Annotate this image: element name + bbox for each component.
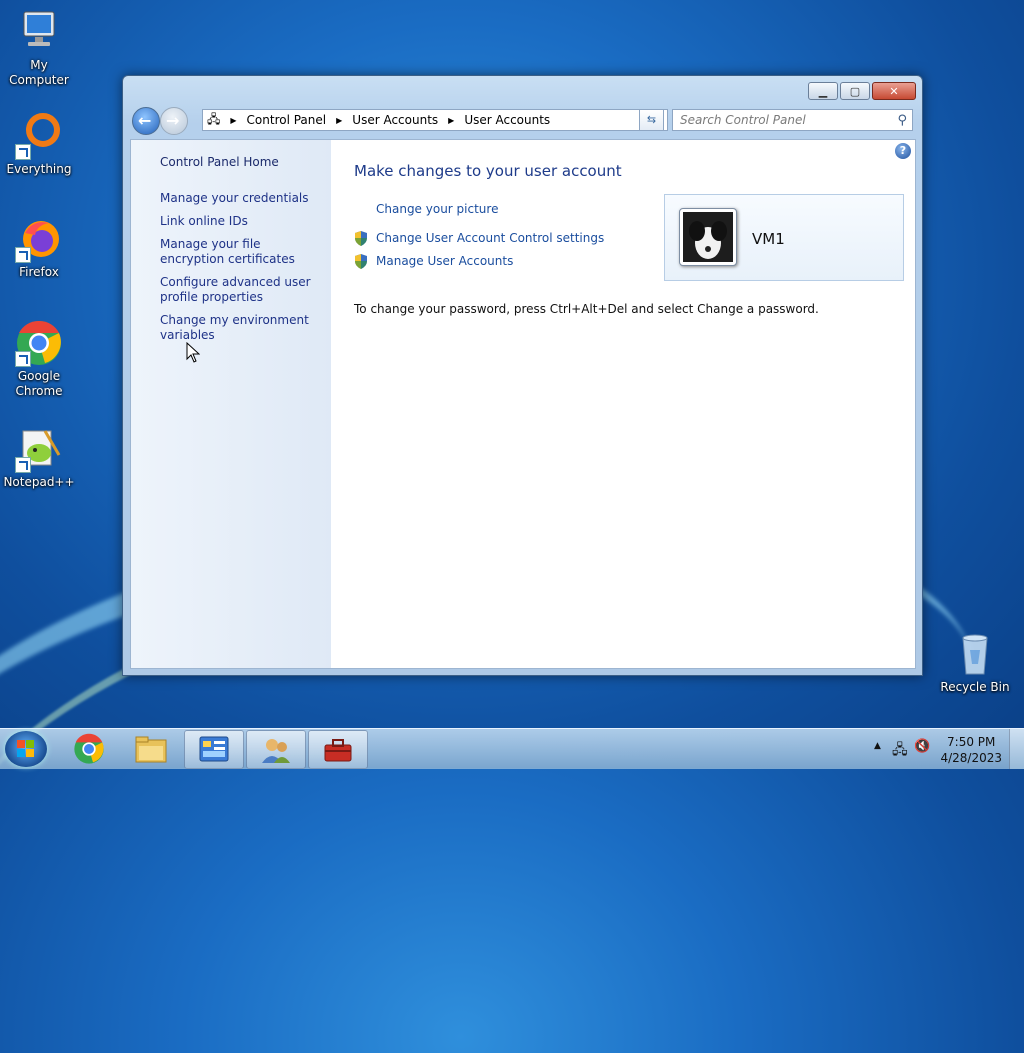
nav-file-encryption-certificates[interactable]: Manage your file encryption certificates [160,237,325,267]
taskbar-toolbox-app[interactable] [308,730,368,769]
manage-user-accounts-link[interactable]: Manage User Accounts [376,254,513,268]
breadcrumb-control-panel[interactable]: Control Panel [247,113,327,127]
desktop-icon-label: Google Chrome [15,369,63,398]
nav-environment-variables[interactable]: Change my environment variables [160,313,325,343]
shortcut-arrow-icon [15,247,31,263]
uac-shield-icon [355,254,367,269]
address-bar[interactable]: 🖧 ▶ Control Panel ▶ User Accounts ▶ User… [202,109,668,131]
breadcrumb-chevron-icon: ▶ [448,115,455,125]
change-uac-settings-link[interactable]: Change User Account Control settings [376,231,604,245]
shortcut-arrow-icon [15,144,31,160]
forward-button[interactable]: → [160,107,188,135]
page-title: Make changes to your user account [354,162,622,180]
change-picture-link[interactable]: Change your picture [376,202,498,216]
search-input[interactable]: Search Control Panel [680,113,806,127]
users-icon [262,738,290,763]
control-panel-window: ▁ ▢ ✕ ← → 🖧 ▶ Control Panel ▶ User Accou… [122,75,923,676]
notepad-plus-plus-icon [15,425,63,473]
refresh-icon: ⇆ [646,113,657,126]
refresh-button[interactable]: ⇆ [639,109,664,131]
uac-shield-icon [355,231,367,246]
chrome-icon [15,319,63,367]
user-account-card: VM1 [664,194,904,281]
start-button[interactable] [5,731,47,767]
search-icon[interactable]: ⚲ [897,113,907,128]
nav-manage-credentials[interactable]: Manage your credentials [160,191,325,206]
taskbar-file-explorer[interactable] [122,730,180,767]
firefox-icon [15,215,63,263]
breadcrumb-user-accounts-current[interactable]: User Accounts [464,113,550,127]
clock-date: 4/28/2023 [940,751,1002,765]
recycle-bin-icon [951,630,999,678]
control-panel-icon [199,736,229,761]
breadcrumb-user-accounts[interactable]: User Accounts [352,113,438,127]
desktop-icon-my-computer[interactable]: My Computer [0,8,79,88]
maximize-button[interactable]: ▢ [840,82,870,100]
desktop-icon-label: Notepad++ [3,475,75,489]
taskbar-control-panel[interactable] [184,730,244,769]
clock[interactable]: 7:50 PM 4/28/2023 [940,734,1002,766]
system-tray: ▲ 🖧 🔇 7:50 PM 4/28/2023 [864,729,1024,769]
desktop-icon-label: Firefox [19,265,59,279]
chrome-icon [74,733,104,764]
breadcrumb-chevron-icon: ▶ [230,115,237,125]
taskbar-user-accounts[interactable] [246,730,306,769]
windows-logo-icon [17,740,34,757]
toolbox-icon [324,738,352,761]
avatar[interactable] [679,208,737,266]
show-desktop-button[interactable] [1009,729,1024,769]
desktop-icon-label: Everything [6,162,72,176]
network-icon[interactable]: 🖧 [892,739,908,763]
content-area: Control Panel Home Manage your credentia… [130,139,916,669]
folder-icon [135,736,167,762]
password-instructions: To change your password, press Ctrl+Alt+… [354,302,819,316]
desktop-icon-everything[interactable]: Everything [0,112,79,177]
desktop-icon-label: Recycle Bin [940,680,1010,694]
navigation-bar: ← → 🖧 ▶ Control Panel ▶ User Accounts ▶ … [131,106,913,135]
desktop-icon-firefox[interactable]: Firefox [0,215,79,280]
back-button[interactable]: ← [132,107,160,135]
forward-arrow-icon: → [166,111,180,130]
user-name: VM1 [752,230,785,248]
desktop-icon-notepad-plus-plus[interactable]: Notepad++ [0,425,79,490]
shortcut-arrow-icon [15,457,31,473]
nav-advanced-profile-properties[interactable]: Configure advanced user profile properti… [160,275,325,305]
breadcrumb-chevron-icon: ▶ [336,115,343,125]
desktop-icon-recycle-bin[interactable]: Recycle Bin [935,630,1015,695]
mouse-cursor-icon [186,342,200,363]
close-button[interactable]: ✕ [872,82,916,100]
computer-icon [15,8,63,56]
control-panel-icon: 🖧 [207,111,221,126]
nav-link-online-ids[interactable]: Link online IDs [160,214,325,229]
show-hidden-icons-icon[interactable]: ▲ [874,741,881,751]
search-box[interactable]: Search Control Panel ⚲ [672,109,913,131]
taskbar: ▲ 🖧 🔇 7:50 PM 4/28/2023 [0,728,1024,769]
task-pane: Control Panel Home Manage your credentia… [131,140,331,668]
volume-muted-icon[interactable]: 🔇 [914,739,930,754]
taskbar-chrome[interactable] [60,730,118,767]
caption-buttons: ▁ ▢ ✕ [808,82,916,100]
nav-control-panel-home[interactable]: Control Panel Home [160,155,325,170]
back-arrow-icon: ← [138,111,152,130]
minimize-button[interactable]: ▁ [808,82,838,100]
desktop-icon-google-chrome[interactable]: Google Chrome [0,319,79,399]
desktop-icon-label: My Computer [9,58,69,87]
clock-time: 7:50 PM [947,735,996,749]
help-button[interactable]: ? [895,143,911,159]
everything-icon [15,112,63,160]
shortcut-arrow-icon [15,351,31,367]
